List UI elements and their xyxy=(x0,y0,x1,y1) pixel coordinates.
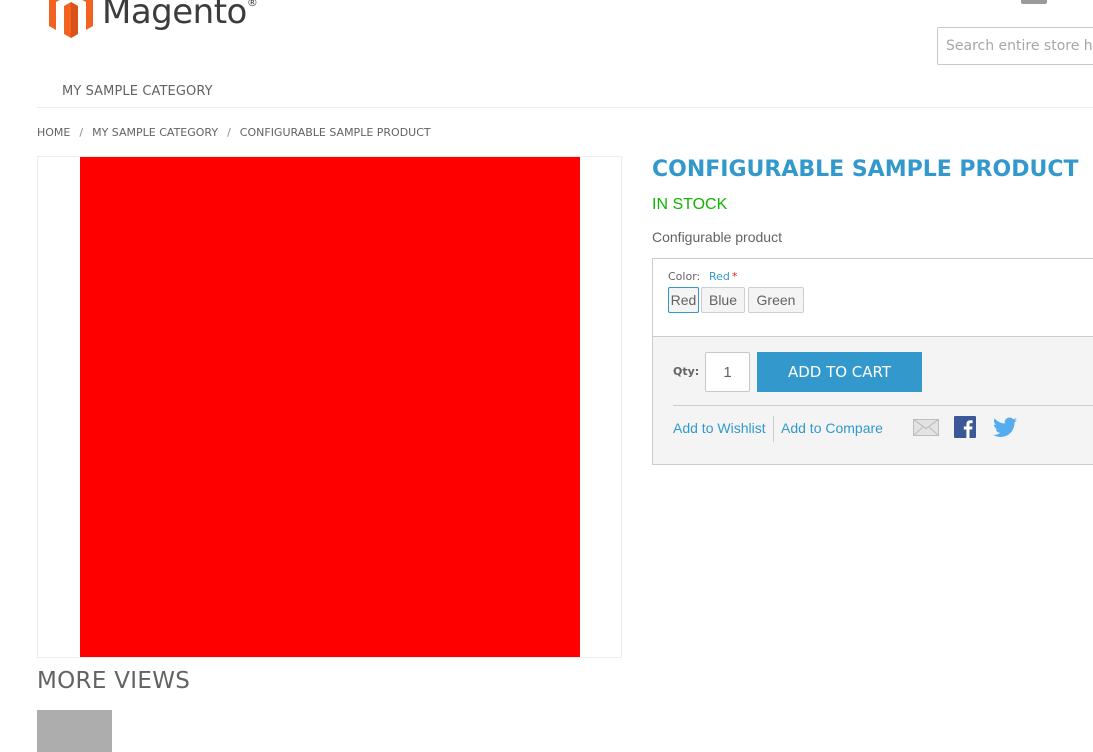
more-views-thumbnail[interactable] xyxy=(37,710,112,752)
breadcrumb-separator: / xyxy=(227,126,231,139)
more-views-title: MORE VIEWS xyxy=(37,668,191,694)
add-to-cart-button[interactable]: ADD TO CART xyxy=(757,352,922,392)
breadcrumb: HOME / MY SAMPLE CATEGORY / CONFIGURABLE… xyxy=(37,126,431,139)
link-separator xyxy=(773,416,774,442)
color-selected-value: Red * xyxy=(709,270,738,283)
qty-label: Qty: xyxy=(673,365,700,378)
email-icon[interactable] xyxy=(913,419,939,436)
account-icon[interactable] xyxy=(1021,0,1047,4)
swatch-blue[interactable]: Blue xyxy=(701,287,745,313)
swatch-red[interactable]: Red xyxy=(668,287,699,313)
magento-logo-icon xyxy=(46,0,96,38)
add-to-wishlist-link[interactable]: Add to Wishlist xyxy=(673,420,766,436)
nav-item-my-sample-category[interactable]: MY SAMPLE CATEGORY xyxy=(62,84,213,99)
product-image[interactable] xyxy=(80,157,580,657)
swatch-green[interactable]: Green xyxy=(748,287,804,313)
facebook-icon[interactable] xyxy=(954,416,976,438)
breadcrumb-current: CONFIGURABLE SAMPLE PRODUCT xyxy=(239,126,431,139)
color-option-label: Color: xyxy=(668,270,701,283)
qty-input[interactable] xyxy=(705,352,750,392)
breadcrumb-category[interactable]: MY SAMPLE CATEGORY xyxy=(92,126,218,139)
product-title: CONFIGURABLE SAMPLE PRODUCT xyxy=(652,157,1079,182)
cart-divider xyxy=(673,405,1093,406)
breadcrumb-separator: / xyxy=(79,126,84,139)
logo[interactable]: Magento® xyxy=(46,0,258,38)
add-to-compare-link[interactable]: Add to Compare xyxy=(781,420,883,436)
stock-status: IN STOCK xyxy=(652,196,728,213)
twitter-icon[interactable] xyxy=(993,417,1017,438)
logo-text: Magento® xyxy=(102,0,258,32)
required-marker: * xyxy=(731,270,738,283)
search-input[interactable] xyxy=(937,27,1093,65)
product-description: Configurable product xyxy=(652,229,782,245)
breadcrumb-home[interactable]: HOME xyxy=(37,126,70,139)
nav-divider xyxy=(37,107,1093,108)
